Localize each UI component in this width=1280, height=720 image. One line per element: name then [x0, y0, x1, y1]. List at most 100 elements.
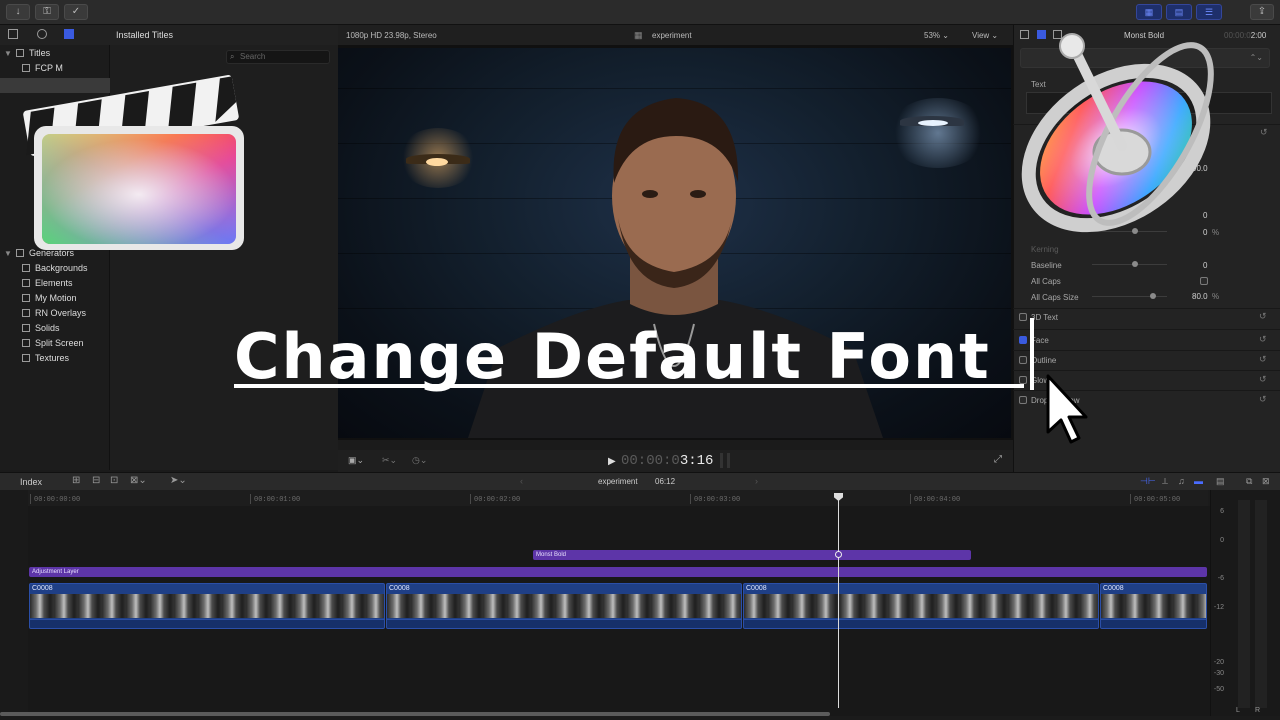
list-layout-icon[interactable]: ▤: [1166, 4, 1192, 20]
meter-channel-label: R: [1255, 707, 1261, 714]
disclosure-triangle-icon[interactable]: ▼: [0, 49, 12, 58]
ruler-label: 00:00:02:00: [474, 496, 521, 504]
folder-icon: [22, 309, 30, 317]
ruler-tick: [250, 494, 251, 504]
slider-knob[interactable]: [1150, 293, 1156, 299]
insert-clip-icon[interactable]: ⊟: [92, 475, 100, 486]
transform-menu-icon[interactable]: ▣⌄: [348, 455, 364, 466]
playhead-timecode[interactable]: 00:00:03:16: [621, 453, 713, 469]
headphones-icon[interactable]: ♫: [1178, 476, 1185, 486]
sidebar-item-split-screen[interactable]: Split Screen: [0, 338, 110, 353]
all-caps-checkbox[interactable]: [1200, 277, 1208, 285]
3d-text-checkbox[interactable]: [1019, 313, 1027, 321]
reset-icon[interactable]: ↺: [1259, 374, 1267, 385]
checkmark-icon[interactable]: ✓: [64, 4, 88, 20]
download-icon[interactable]: ↓: [6, 4, 30, 20]
transitions-browser-icon[interactable]: ⊠: [1262, 476, 1270, 487]
select-tool-icon[interactable]: ➤⌄: [170, 475, 187, 486]
clip-filmstrip: [387, 594, 741, 618]
face-checkbox[interactable]: [1019, 336, 1027, 344]
timeline-left-gutter: [0, 490, 28, 716]
video-clip[interactable]: C0008: [1100, 583, 1207, 629]
snapping-icon[interactable]: ▬: [1194, 476, 1203, 486]
video-clip[interactable]: C0008: [29, 583, 385, 629]
meter-scale-label: 6: [1220, 508, 1224, 515]
meter-scale-label: -30: [1213, 670, 1224, 677]
sidebar-item-label: Split Screen: [35, 338, 84, 348]
speed-menu-icon[interactable]: ◷⌄: [412, 455, 427, 466]
sidebar-item-rn-overlays[interactable]: RN Overlays: [0, 308, 110, 323]
clip-appearance-icon[interactable]: ▤: [1216, 476, 1225, 487]
baseline-slider[interactable]: [1092, 264, 1167, 265]
view-menu[interactable]: View ⌄: [972, 31, 998, 40]
sidebar-item-solids[interactable]: Solids: [0, 323, 110, 338]
ruler-label: 00:00:01:00: [254, 496, 301, 504]
meter-scale-label: -20: [1213, 659, 1224, 666]
play-icon[interactable]: ▶: [608, 456, 616, 467]
divider: [1013, 350, 1280, 351]
zoom-value: 53%: [924, 31, 941, 40]
audio-skimming-icon[interactable]: ⟂: [1162, 476, 1168, 487]
key-icon[interactable]: ⚿: [35, 4, 59, 20]
folder-icon: [22, 264, 30, 272]
zoom-menu[interactable]: 53% ⌄: [924, 31, 949, 40]
clip-audio-waveform: [744, 619, 1098, 628]
effects-browser-icon[interactable]: ⧉: [1246, 476, 1252, 487]
clip-audio-waveform: [30, 619, 384, 628]
ruler-label: 00:00:04:00: [914, 496, 961, 504]
enhance-menu-icon[interactable]: ✂⌄: [382, 455, 397, 466]
all-caps-size-label: All Caps Size: [1031, 293, 1079, 302]
reset-icon[interactable]: ↺: [1259, 334, 1267, 345]
disclosure-triangle-icon[interactable]: ▼: [0, 249, 12, 258]
video-clip[interactable]: C0008: [743, 583, 1099, 629]
adjustment-layer-clip[interactable]: Adjustment Layer: [29, 567, 1207, 577]
sidebar-item-backgrounds[interactable]: Backgrounds: [0, 263, 110, 278]
title-clip[interactable]: Monst Bold: [533, 550, 971, 560]
grid-layout-icon[interactable]: ▦: [1136, 4, 1162, 20]
clip-audio-waveform: [1101, 619, 1206, 628]
overwrite-clip-icon[interactable]: ⊠⌄: [130, 475, 147, 486]
slider-knob[interactable]: [1132, 261, 1138, 267]
clip-filmstrip: [30, 594, 384, 618]
timeline-duration: 06:12: [655, 477, 676, 486]
outline-checkbox[interactable]: [1019, 356, 1027, 364]
reset-icon[interactable]: ↺: [1259, 394, 1267, 405]
sidebar-item-elements[interactable]: Elements: [0, 278, 110, 293]
clip-label: C0008: [32, 585, 53, 592]
clip-label: C0008: [389, 585, 410, 592]
video-clip[interactable]: C0008: [386, 583, 742, 629]
clip-label: C0008: [746, 585, 767, 592]
sidebar-item-label: Solids: [35, 323, 60, 333]
meter-channel-left: [1238, 500, 1250, 708]
timeline-ruler[interactable]: [28, 490, 1208, 506]
drop-shadow-checkbox[interactable]: [1019, 396, 1027, 404]
glow-checkbox[interactable]: [1019, 376, 1027, 384]
connect-clip-icon[interactable]: ⊞: [72, 475, 80, 486]
meter-scale-label: -12: [1213, 604, 1224, 611]
meter-scale-label: -6: [1217, 575, 1224, 582]
chevron-right-icon[interactable]: ›: [755, 476, 758, 486]
sidebar-item-label: Backgrounds: [35, 263, 88, 273]
reset-icon[interactable]: ↺: [1259, 354, 1267, 365]
ruler-tick: [910, 494, 911, 504]
keyframe-marker[interactable]: [835, 551, 842, 558]
index-button[interactable]: Index: [20, 477, 42, 487]
playhead[interactable]: [838, 494, 839, 708]
clapper-icon[interactable]: [8, 29, 18, 39]
audio-meters: [1210, 490, 1280, 716]
folder-icon: [22, 294, 30, 302]
sliders-icon[interactable]: ☰: [1196, 4, 1222, 20]
sidebar-item-textures[interactable]: Textures: [0, 353, 110, 368]
append-clip-icon[interactable]: ⊡: [110, 475, 118, 486]
divider: [1013, 370, 1280, 371]
ruler-tick: [690, 494, 691, 504]
sidebar-item-my-motion[interactable]: My Motion: [0, 293, 110, 308]
reset-icon[interactable]: ↺: [1260, 127, 1268, 138]
skimming-icon[interactable]: ⊣⊢: [1140, 476, 1156, 487]
fullscreen-icon[interactable]: ⤢: [994, 454, 1002, 465]
timecode-bright: 3:16: [679, 453, 714, 469]
timeline-horizontal-scrollbar[interactable]: [0, 712, 830, 716]
chevron-left-icon[interactable]: ‹: [520, 476, 523, 486]
share-icon[interactable]: ⇪: [1250, 4, 1274, 20]
reset-icon[interactable]: ↺: [1259, 311, 1267, 322]
